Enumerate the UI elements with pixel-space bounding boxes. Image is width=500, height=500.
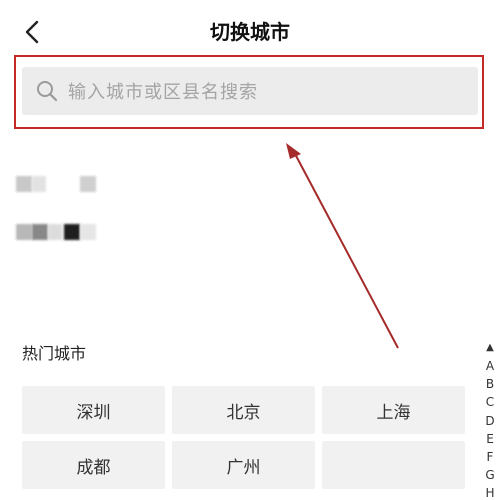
city-button[interactable]: 成都 (22, 441, 165, 489)
city-button[interactable] (322, 441, 465, 489)
index-letter-b[interactable]: B (486, 375, 494, 393)
search-input[interactable]: 输入城市或区县名搜索 (22, 67, 478, 115)
city-button[interactable]: 深圳 (22, 386, 165, 434)
city-button[interactable]: 北京 (172, 386, 315, 434)
index-up-icon[interactable]: ▲ (486, 339, 494, 357)
page-title: 切换城市 (210, 20, 290, 44)
city-button[interactable]: 广州 (172, 441, 315, 489)
search-icon (37, 81, 58, 102)
hot-cities-title: 热门城市 (22, 344, 87, 363)
index-letter-a[interactable]: A (486, 357, 494, 375)
search-placeholder: 输入城市或区县名搜索 (68, 82, 258, 103)
index-letter-e[interactable]: E (486, 430, 494, 448)
index-letter-c[interactable]: C (486, 393, 494, 411)
index-letter-h[interactable]: H (485, 484, 494, 500)
city-button[interactable]: 上海 (322, 386, 465, 434)
index-letter-f[interactable]: F (487, 448, 494, 466)
index-letter-d[interactable]: D (485, 412, 494, 430)
alphabet-index: ▲ A B C D E F G H (481, 339, 499, 500)
index-letter-g[interactable]: G (485, 466, 494, 484)
